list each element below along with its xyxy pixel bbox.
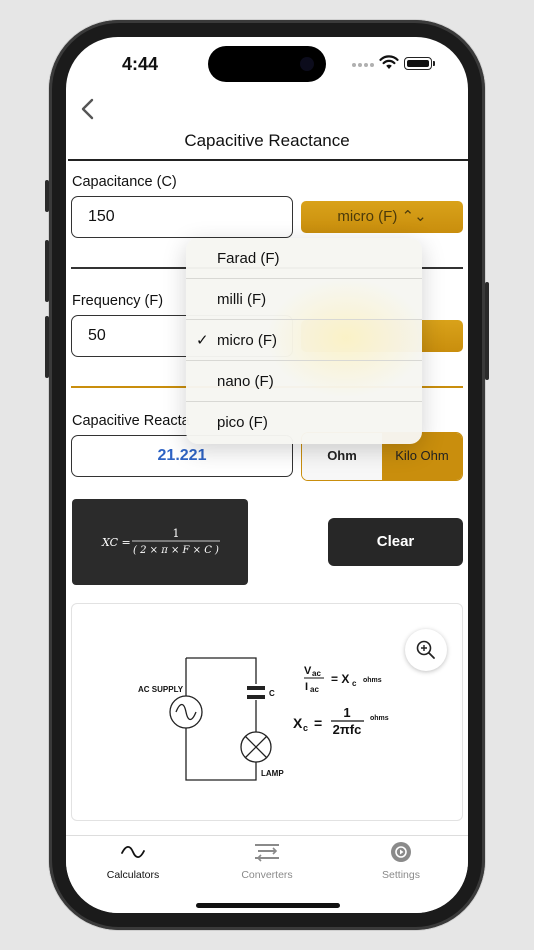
checkmark-icon: ✓ xyxy=(196,332,209,349)
eq2-unit: ohms xyxy=(370,715,389,722)
ac-supply-label: AC SUPPLY xyxy=(138,685,184,694)
eq1-numerator-sub: ac xyxy=(312,669,321,678)
menu-item-pico[interactable]: pico (F) xyxy=(186,402,422,443)
frequency-value: 50 xyxy=(88,327,106,344)
page-title: Capacitive Reactance xyxy=(184,131,350,150)
capacitance-input[interactable]: 150 xyxy=(71,196,293,238)
menu-item-label: pico (F) xyxy=(217,414,268,431)
formula-denominator: ( 2 × π × F × C ) xyxy=(133,545,219,556)
eq1-rhs-sub: c xyxy=(352,679,357,688)
eq2-lhs: X xyxy=(293,715,303,731)
result-value: 21.221 xyxy=(157,447,207,464)
tab-label: Settings xyxy=(382,869,420,881)
menu-item-farad[interactable]: Farad (F) xyxy=(186,238,422,279)
menu-item-milli[interactable]: milli (F) xyxy=(186,279,422,320)
capacitor-label: C xyxy=(269,689,275,698)
capacitance-unit-select[interactable]: micro (F) ⌃⌄ xyxy=(301,201,463,233)
battery-tip xyxy=(433,61,435,66)
volume-up-button xyxy=(45,240,49,302)
eq2-numerator: 1 xyxy=(343,705,350,720)
tab-settings[interactable]: Settings xyxy=(334,836,468,896)
dynamic-island xyxy=(208,46,326,82)
eq2-lhs-sub: c xyxy=(303,723,308,733)
mute-switch xyxy=(45,180,49,212)
menu-item-label: micro (F) xyxy=(217,332,277,349)
menu-item-nano[interactable]: nano (F) xyxy=(186,361,422,402)
zoom-in-button[interactable] xyxy=(405,629,447,671)
menu-item-micro[interactable]: ✓ micro (F) xyxy=(186,320,422,361)
cellular-signal-icon xyxy=(352,63,374,67)
eq1-numerator: V xyxy=(304,665,312,677)
settings-icon xyxy=(391,842,411,862)
status-time: 4:44 xyxy=(122,54,159,74)
camera-icon xyxy=(300,57,314,71)
tab-bar: Calculators Converters Settings xyxy=(66,835,468,913)
eq2-equals: = xyxy=(314,715,322,731)
app-screen: 4:44 Capacitive Reactance Capacitance (C… xyxy=(66,37,468,913)
formula-lhs: XC = xyxy=(101,536,131,549)
back-chevron-icon[interactable] xyxy=(76,97,102,123)
status-bar: 4:44 xyxy=(66,37,468,97)
menu-item-label: Farad (F) xyxy=(217,250,280,267)
tab-label: Converters xyxy=(241,869,293,881)
home-indicator xyxy=(196,903,340,908)
clear-button[interactable]: Clear xyxy=(328,518,463,566)
menu-item-label: nano (F) xyxy=(217,373,274,390)
zoom-in-icon xyxy=(416,640,435,659)
tab-label: Calculators xyxy=(106,869,160,881)
tab-converters[interactable]: Converters xyxy=(200,836,334,896)
capacitance-value: 150 xyxy=(88,208,115,225)
power-button xyxy=(485,282,489,380)
tab-calculators[interactable]: Calculators xyxy=(66,836,200,896)
formula-card: XC = 1 ( 2 × π × F × C ) xyxy=(72,499,248,585)
header-divider xyxy=(68,159,468,161)
eq1-denominator: I xyxy=(305,681,308,693)
battery-icon xyxy=(404,57,432,70)
formula-numerator: 1 xyxy=(173,527,180,540)
eq1-rhs: = X xyxy=(331,672,349,686)
unit-dropdown-menu: Farad (F) milli (F) ✓ micro (F) nano (F)… xyxy=(186,238,422,444)
frequency-label: Frequency (F) xyxy=(72,293,164,309)
eq1-unit: ohms xyxy=(363,677,382,684)
menu-item-label: milli (F) xyxy=(217,291,267,308)
volume-down-button xyxy=(45,316,49,378)
result-label: Capacitive Reacta xyxy=(72,413,190,429)
eq1-denominator-sub: ac xyxy=(310,685,319,694)
wifi-icon xyxy=(379,55,399,69)
lamp-label: LAMP xyxy=(261,769,284,778)
capacitance-label: Capacitance (C) xyxy=(72,174,177,190)
eq2-denominator: 2πfc xyxy=(333,722,362,737)
formula-graphic: XC = 1 ( 2 × π × F × C ) xyxy=(101,527,220,556)
sine-wave-icon xyxy=(121,845,145,859)
converter-arrows-icon xyxy=(255,844,279,862)
